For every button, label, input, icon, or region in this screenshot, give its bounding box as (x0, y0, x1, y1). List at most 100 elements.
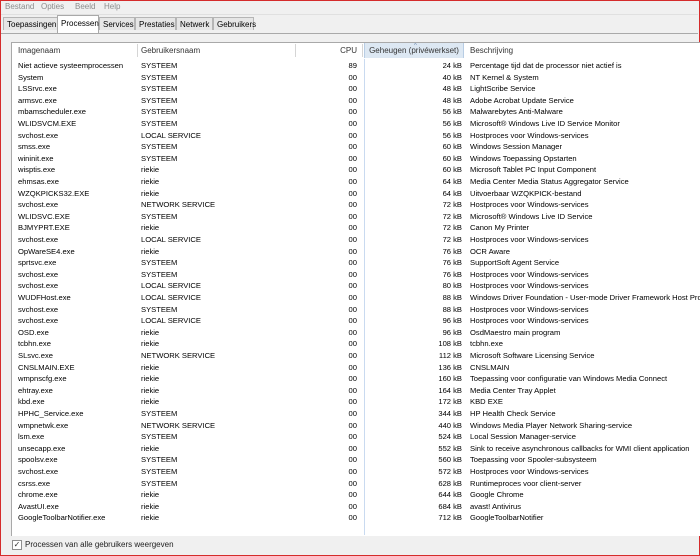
tab-gebruikers[interactable]: Gebruikers (213, 17, 256, 30)
process-cpu: 00 (348, 490, 357, 500)
show-all-users-checkbox[interactable]: ✓ (12, 540, 22, 550)
process-row[interactable]: SLsvc.exe NETWORK SERVICE 00 112 kB Microsof… (12, 350, 700, 362)
process-row[interactable]: svchost.exe LOCAL SERVICE 00 72 kB Hostproce… (12, 234, 700, 246)
process-description: Hostproces voor Windows-services (470, 467, 589, 476)
process-row[interactable]: wininit.exe SYSTEEM 00 60 kB Windows Toepass… (12, 153, 700, 165)
process-row[interactable]: svchost.exe NETWORK SERVICE 00 72 kB Hostpro… (12, 199, 700, 211)
process-row[interactable]: WLIDSVC.EXE SYSTEEM 00 72 kB Microsoft® Wind… (12, 211, 700, 223)
process-row[interactable]: smss.exe SYSTEEM 00 60 kB Windows Session Ma… (12, 141, 700, 153)
process-row[interactable]: lsm.exe SYSTEEM 00 524 kB Local Session Mana… (12, 431, 700, 443)
process-name: svchost.exe (18, 235, 59, 244)
tab-processen[interactable]: Processen (57, 15, 99, 33)
process-user: SYSTEEM (141, 72, 178, 82)
process-name: armsvc.exe (18, 95, 57, 105)
process-name: spoolsv.exe (18, 455, 58, 465)
process-row[interactable]: WLIDSVCM.EXE SYSTEEM 00 56 kB Microsoft® Win… (12, 118, 700, 130)
column-beschrijving[interactable]: Beschrijving (470, 43, 670, 58)
process-description: Hostproces voor Windows-services (470, 200, 589, 210)
process-row[interactable]: WUDFHost.exe LOCAL SERVICE 00 88 kB Windows … (12, 292, 700, 304)
menu-bestand[interactable]: Bestand (5, 2, 34, 11)
menu-opties[interactable]: Opties (41, 2, 64, 11)
process-cpu: 00 (348, 339, 357, 349)
process-description: Runtimeproces voor client-server (470, 478, 582, 488)
process-user: riekie (141, 165, 160, 175)
tab-toepassingen[interactable]: Toepassingen (3, 17, 58, 30)
tab-prestaties[interactable]: Prestaties (135, 17, 176, 30)
process-memory: 644 kB (438, 490, 462, 500)
column-imagenaam[interactable]: Imagenaam (18, 43, 136, 58)
process-cpu: 00 (348, 246, 357, 256)
process-row[interactable]: ehmsas.exe riekie 00 64 kB Media Center Medi… (12, 176, 700, 188)
process-list[interactable]: Imagenaam Gebruikersnaam CPU ^ Geheugen … (11, 42, 700, 536)
process-user: SYSTEEM (141, 258, 178, 268)
column-divider[interactable] (362, 44, 363, 57)
process-row[interactable]: chrome.exe riekie 00 644 kB Google Chrome (12, 489, 700, 501)
tab-netwerk[interactable]: Netwerk (176, 17, 213, 30)
process-memory: 76 kB (442, 258, 462, 268)
process-user: SYSTEEM (141, 95, 178, 105)
process-memory: 136 kB (438, 362, 462, 372)
column-geheugen[interactable]: ^ Geheugen (privéwerkset) (364, 43, 464, 58)
process-cpu: 00 (348, 200, 357, 210)
process-memory: 56 kB (442, 130, 462, 140)
process-row[interactable]: ehtray.exe riekie 00 164 kB Media Center Tra… (12, 385, 700, 397)
column-divider[interactable] (295, 44, 296, 57)
menu-beeld[interactable]: Beeld (75, 2, 95, 11)
process-description: Canon My Printer (470, 223, 530, 233)
process-row[interactable]: System SYSTEEM 00 40 kB NT Kernel & System (12, 72, 700, 84)
process-cpu: 00 (348, 107, 357, 117)
process-row[interactable]: svchost.exe SYSTEEM 00 76 kB Hostproces voor… (12, 269, 700, 281)
process-row[interactable]: kbd.exe riekie 00 172 kB KBD EXE (12, 396, 700, 408)
process-memory: 112 kB (438, 351, 462, 360)
tab-bar: Toepassingen Processen Services Prestati… (1, 15, 698, 34)
process-user: riekie (141, 362, 160, 372)
process-row[interactable]: unsecapp.exe riekie 00 552 kB Sink to receiv… (12, 443, 700, 455)
process-memory: 172 kB (438, 397, 462, 407)
process-cpu: 00 (348, 258, 357, 268)
process-memory: 24 kB (442, 61, 462, 70)
process-cpu: 00 (348, 327, 357, 337)
process-name: HPHC_Service.exe (18, 409, 84, 418)
column-divider[interactable] (137, 44, 138, 57)
process-row[interactable]: BJMYPRT.EXE riekie 00 72 kB Canon My Printer (12, 222, 700, 234)
process-row[interactable]: svchost.exe LOCAL SERVICE 00 80 kB Hostproce… (12, 280, 700, 292)
process-row[interactable]: OSD.exe riekie 00 96 kB OsdMaestro main prog… (12, 327, 700, 339)
process-user: LOCAL SERVICE (141, 316, 201, 326)
process-memory: 72 kB (442, 211, 462, 221)
process-row[interactable]: Niet actieve systeemprocessen SYSTEEM 89 24… (12, 60, 700, 72)
process-row[interactable]: wmpnscfg.exe riekie 00 160 kB Toepassing voo… (12, 373, 700, 385)
process-row[interactable]: LSSrvc.exe SYSTEEM 00 48 kB LightScribe Serv… (12, 83, 700, 95)
process-memory: 160 kB (438, 374, 462, 384)
process-row[interactable]: sprtsvc.exe SYSTEEM 00 76 kB SupportSoft Age… (12, 257, 700, 269)
process-name: ehmsas.exe (18, 177, 59, 186)
process-row[interactable]: csrss.exe SYSTEEM 00 628 kB Runtimeproces vo… (12, 478, 700, 490)
process-row[interactable]: mbamscheduler.exe SYSTEEM 00 56 kB Malwareby… (12, 106, 700, 118)
process-row[interactable]: GoogleToolbarNotifier.exe riekie 00 712 kB G… (12, 512, 700, 524)
process-row[interactable]: svchost.exe SYSTEEM 00 572 kB Hostproces voo… (12, 466, 700, 478)
process-user: NETWORK SERVICE (141, 200, 216, 210)
process-cpu: 00 (348, 432, 357, 442)
tab-services[interactable]: Services (99, 17, 135, 30)
process-row[interactable]: wmpnetwk.exe NETWORK SERVICE 00 440 kB Windo… (12, 420, 700, 432)
process-row[interactable]: svchost.exe LOCAL SERVICE 00 96 kB Hostproce… (12, 315, 700, 327)
column-cpu[interactable]: CPU (302, 43, 357, 58)
process-memory: 80 kB (442, 281, 462, 291)
process-row[interactable]: HPHC_Service.exe SYSTEEM 00 344 kB HP Health… (12, 408, 700, 420)
process-row[interactable]: AvastUI.exe riekie 00 684 kB avast! Antiviru… (12, 501, 700, 513)
process-row[interactable]: CNSLMAIN.EXE riekie 00 136 kB CNSLMAIN (12, 362, 700, 374)
process-row[interactable]: OpWareSE4.exe riekie 00 76 kB OCR Aware (12, 246, 700, 258)
process-row[interactable]: svchost.exe LOCAL SERVICE 00 56 kB Hostproce… (12, 130, 700, 142)
process-name: System (18, 72, 44, 82)
process-row[interactable]: wisptis.exe riekie 00 60 kB Microsoft Tablet… (12, 164, 700, 176)
show-all-users-label[interactable]: Processen van alle gebruikers weergeven (25, 540, 174, 549)
process-row[interactable]: tcbhn.exe riekie 00 108 kB tcbhn.exe (12, 338, 700, 350)
process-row[interactable]: spoolsv.exe SYSTEEM 00 560 kB Toepassing voo… (12, 454, 700, 466)
column-gebruikersnaam[interactable]: Gebruikersnaam (141, 43, 291, 58)
process-row[interactable]: WZQKPICKS32.EXE riekie 00 64 kB Uitvoerbaar … (12, 188, 700, 200)
process-row[interactable]: armsvc.exe SYSTEEM 00 48 kB Adobe Acrobat Up… (12, 95, 700, 107)
process-name: LSSrvc.exe (18, 84, 57, 94)
menu-help[interactable]: Help (104, 2, 120, 11)
process-row[interactable]: svchost.exe SYSTEEM 00 88 kB Hostproces voor… (12, 304, 700, 316)
process-description: Google Chrome (470, 490, 524, 500)
process-memory: 440 kB (438, 420, 462, 430)
